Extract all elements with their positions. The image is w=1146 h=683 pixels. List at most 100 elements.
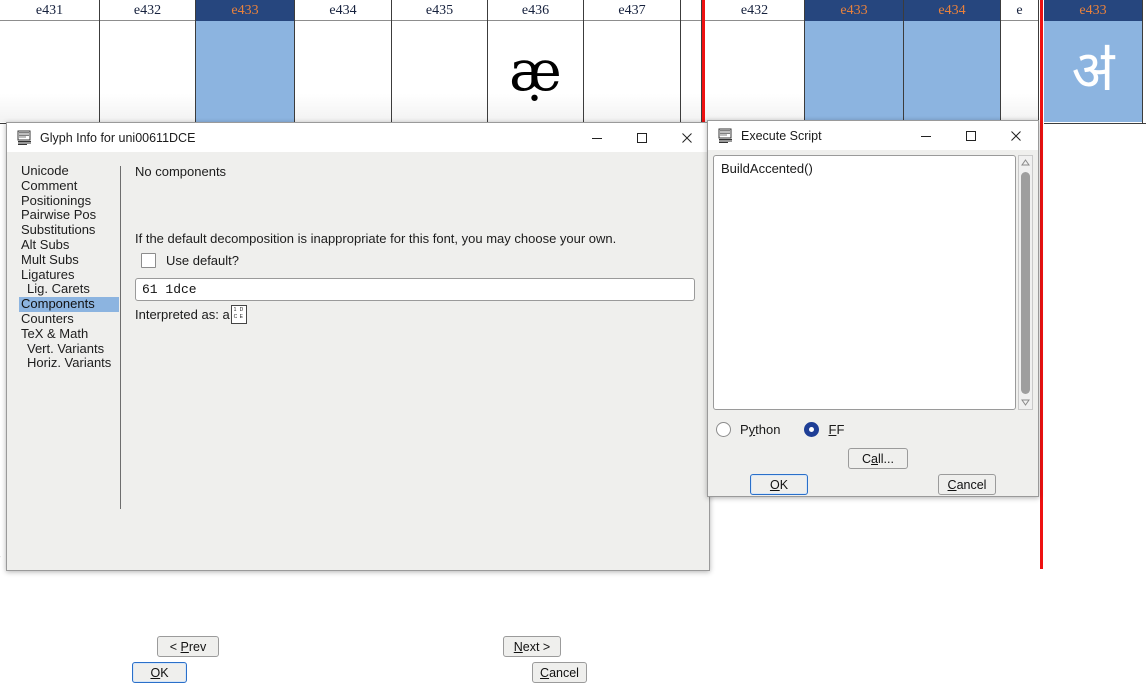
- use-default-checkbox[interactable]: [141, 253, 156, 268]
- sidebar-item-ligatures[interactable]: Ligatures: [19, 267, 119, 283]
- empty-glyph-x-icon: [705, 21, 804, 122]
- glyph-info-titlebar[interactable]: Glyph Info for uni00611DCE: [7, 123, 709, 153]
- no-components-label: No components: [135, 164, 227, 179]
- glyph-cell[interactable]: e436 æ̣: [488, 0, 584, 123]
- glyph-cell[interactable]: e433 ॳ: [1044, 0, 1143, 123]
- glyph-cell[interactable]: e432: [705, 0, 805, 123]
- glyph-cell-label: e435: [392, 0, 487, 21]
- glyph-grid-middle-panel[interactable]: e432 e433 e434 e: [705, 0, 1039, 125]
- ff-radio[interactable]: [804, 422, 820, 437]
- glyph-grid-left-panel[interactable]: e431 e432 e433 e434 e435 e436 æ̣ e437: [0, 0, 702, 125]
- sidebar-item-positionings[interactable]: Positionings: [19, 193, 119, 209]
- glyph-cell[interactable]: e431: [0, 0, 100, 123]
- glyph-cell-body[interactable]: ॳ: [1044, 21, 1142, 122]
- sidebar-item-components[interactable]: Components: [19, 296, 119, 312]
- glyph-cell[interactable]: e: [1001, 0, 1039, 123]
- sidebar-item-substitutions[interactable]: Substitutions: [19, 222, 119, 238]
- use-default-checkbox-row[interactable]: Use default?: [141, 253, 695, 268]
- glyph-info-sidebar[interactable]: Unicode Comment Positionings Pairwise Pos Su…: [19, 163, 119, 371]
- glyph-cell-body[interactable]: [681, 21, 701, 122]
- glyph-info-content: No components If the default decompositi…: [135, 164, 695, 324]
- glyph-info-divider: [120, 166, 121, 509]
- scrollbar-thumb[interactable]: [1021, 172, 1030, 394]
- maximize-icon[interactable]: [619, 123, 664, 152]
- cancel-button[interactable]: Cancel: [938, 474, 996, 495]
- sidebar-item-vert-variants[interactable]: Vert. Variants: [19, 341, 119, 357]
- glyph-cell[interactable]: e432: [100, 0, 196, 123]
- decomposition-input[interactable]: [135, 278, 695, 301]
- glyph-cell-body[interactable]: [904, 21, 1000, 122]
- glyph-preview: ॳ: [1071, 38, 1115, 104]
- sidebar-item-tex-math[interactable]: TeX & Math: [19, 326, 119, 342]
- script-editor-scrollbar[interactable]: [1018, 155, 1033, 410]
- glyph-cell-body[interactable]: [584, 21, 680, 122]
- glyph-cell-label: e433: [805, 0, 903, 21]
- grid-baseline: [1044, 123, 1146, 124]
- close-icon[interactable]: [664, 123, 709, 152]
- call-button[interactable]: Call...: [848, 448, 908, 469]
- python-radio[interactable]: [716, 422, 731, 437]
- glyph-cell-body[interactable]: [100, 21, 195, 122]
- sidebar-item-comment[interactable]: Comment: [19, 178, 119, 194]
- glyph-cell-label: e431: [0, 0, 99, 21]
- empty-glyph-x-icon: [295, 21, 391, 122]
- empty-glyph-x-icon: [196, 21, 294, 122]
- sidebar-item-pairwise-pos[interactable]: Pairwise Pos: [19, 208, 119, 223]
- glyph-info-dialog: Glyph Info for uni00611DCE Unicode Commen…: [6, 122, 710, 683]
- script-editor[interactable]: BuildAccented(): [713, 155, 1016, 410]
- glyph-cell[interactable]: e434: [295, 0, 392, 123]
- glyph-cell[interactable]: e433: [196, 0, 295, 123]
- maximize-icon[interactable]: [948, 121, 993, 150]
- prev-button[interactable]: < Prev: [157, 636, 219, 657]
- glyph-cell[interactable]: e435: [392, 0, 488, 123]
- ok-button[interactable]: OK: [750, 474, 808, 495]
- minimize-icon[interactable]: [903, 121, 948, 150]
- sidebar-item-mult-subs[interactable]: Mult Subs: [19, 252, 119, 268]
- glyph-cell[interactable]: [681, 0, 702, 123]
- glyph-cell-body[interactable]: [392, 21, 487, 122]
- sidebar-item-alt-subs[interactable]: Alt Subs: [19, 237, 119, 253]
- cancel-button[interactable]: Cancel: [532, 662, 587, 683]
- interpreted-as-row: Interpreted as: a 1D CE: [135, 305, 695, 324]
- minimize-icon[interactable]: [574, 123, 619, 152]
- glyph-info-title: Glyph Info for uni00611DCE: [40, 130, 196, 145]
- glyph-grid-right-panel[interactable]: e433 ॳ: [1044, 0, 1146, 125]
- scroll-up-arrow-icon[interactable]: [1019, 156, 1032, 169]
- empty-glyph-x-icon: [0, 21, 99, 122]
- execute-script-title: Execute Script: [741, 128, 822, 143]
- glyph-cell-body[interactable]: [0, 21, 99, 122]
- glyph-cell-body[interactable]: [196, 21, 294, 122]
- next-button[interactable]: Next >: [503, 636, 561, 657]
- glyph-cell-label: e434: [904, 0, 1000, 21]
- glyph-cell-body[interactable]: æ̣: [488, 21, 583, 122]
- sidebar-item-unicode[interactable]: Unicode: [19, 163, 119, 179]
- empty-glyph-x-icon: [100, 21, 195, 122]
- notdef-tofu-icon: 1D CE: [230, 305, 247, 324]
- glyph-cell-body[interactable]: [805, 21, 903, 122]
- glyph-cell-label: e433: [196, 0, 294, 21]
- empty-glyph-x-icon: [681, 21, 701, 122]
- glyph-cell[interactable]: e434: [904, 0, 1001, 123]
- glyph-cell[interactable]: e433: [805, 0, 904, 123]
- glyph-cell-body[interactable]: [295, 21, 391, 122]
- glyph-cell-label: e432: [100, 0, 195, 21]
- glyph-cell[interactable]: e437: [584, 0, 681, 123]
- execute-script-dialog: Execute Script BuildAccented() Python FF…: [707, 120, 1039, 497]
- empty-glyph-x-icon: [584, 21, 680, 122]
- close-icon[interactable]: [993, 121, 1038, 150]
- glyph-cell-label: e433: [1044, 0, 1142, 21]
- script-language-radio-group[interactable]: Python FF: [716, 422, 868, 437]
- decomposition-hint-label: If the default decomposition is inapprop…: [135, 231, 617, 246]
- glyph-cell-body[interactable]: [705, 21, 804, 122]
- sidebar-item-horiz-variants[interactable]: Horiz. Variants: [19, 356, 119, 371]
- sidebar-item-lig-carets[interactable]: Lig. Carets: [19, 282, 119, 297]
- glyph-cell-label: e432: [705, 0, 804, 21]
- sidebar-item-counters[interactable]: Counters: [19, 311, 119, 327]
- execute-script-titlebar[interactable]: Execute Script: [708, 121, 1038, 151]
- ok-button[interactable]: OK: [132, 662, 187, 683]
- glyph-cell-body[interactable]: [1001, 21, 1038, 122]
- empty-glyph-x-icon: [904, 21, 1000, 122]
- scroll-down-arrow-icon[interactable]: [1019, 396, 1032, 409]
- glyph-cell-label: e436: [488, 0, 583, 21]
- glyph-cell-label: e: [1001, 0, 1038, 21]
